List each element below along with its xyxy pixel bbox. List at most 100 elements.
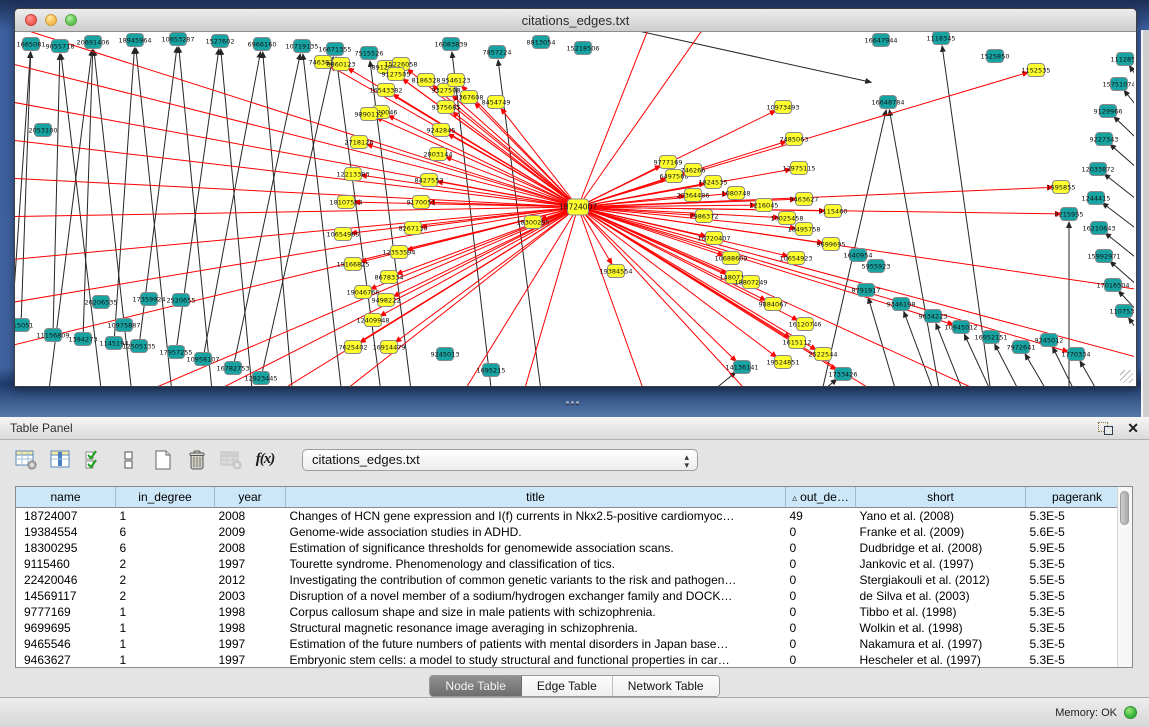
network-node[interactable]: 20364486 xyxy=(676,189,709,202)
table-cell[interactable]: 9777169 xyxy=(16,604,116,620)
network-node[interactable]: 10688609 xyxy=(714,252,747,265)
table-cell[interactable]: 5.3E-5 xyxy=(1026,636,1129,652)
network-edge[interactable] xyxy=(15,138,578,207)
splitter-handle[interactable] xyxy=(566,401,580,406)
network-node[interactable]: 2520655 xyxy=(167,294,196,307)
table-cell[interactable]: 5.9E-5 xyxy=(1026,540,1129,556)
table-cell[interactable]: 0 xyxy=(786,524,856,540)
network-node[interactable]: 18107554 xyxy=(329,196,362,209)
network-edge[interactable] xyxy=(53,54,60,335)
table-cell[interactable]: 22420046 xyxy=(16,572,116,588)
table-selector-dropdown[interactable]: citations_edges.txt ▴▾ xyxy=(302,449,698,471)
table-cell[interactable]: Corpus callosum shape and size in male p… xyxy=(286,604,786,620)
table-cell[interactable]: 1998 xyxy=(215,604,286,620)
table-cell[interactable]: Investigating the contribution of common… xyxy=(286,572,786,588)
table-cell[interactable]: Hescheler et al. (1997) xyxy=(856,652,1026,668)
table-row[interactable]: 2242004622012Investigating the contribut… xyxy=(16,572,1129,588)
close-window-button[interactable] xyxy=(25,14,37,26)
network-edge[interactable] xyxy=(83,50,93,339)
network-node[interactable]: 9129966 xyxy=(1094,105,1123,118)
network-edge[interactable] xyxy=(221,49,255,386)
tab-edge-table[interactable]: Edge Table xyxy=(522,676,613,696)
network-node[interactable]: 8678334 xyxy=(375,271,404,284)
table-cell[interactable]: 1 xyxy=(116,508,215,525)
table-cell[interactable]: 49 xyxy=(786,508,856,525)
network-edge[interactable] xyxy=(1129,318,1134,356)
table-cell[interactable]: de Silva et al. (2003) xyxy=(856,588,1026,604)
network-edge[interactable] xyxy=(15,207,578,217)
network-edge[interactable] xyxy=(15,98,578,207)
table-cell[interactable]: 9699695 xyxy=(16,620,116,636)
table-cell[interactable]: 1 xyxy=(116,652,215,668)
table-row[interactable]: 1872400712008Changes of HCN gene express… xyxy=(16,508,1129,525)
table-cell[interactable]: 5.3E-5 xyxy=(1026,620,1129,636)
network-node[interactable]: 18945964 xyxy=(118,34,151,47)
column-header-out_de[interactable]: ▵out_de… xyxy=(786,487,856,508)
network-node[interactable]: 15218506 xyxy=(566,42,599,55)
table-cell[interactable]: Changes of HCN gene expression and I(f) … xyxy=(286,508,786,525)
network-node[interactable]: 1640954 xyxy=(844,249,873,262)
table-cell[interactable]: Tourette syndrome. Phenomenology and cla… xyxy=(286,556,786,572)
network-node[interactable]: 1152535 xyxy=(1022,64,1051,77)
network-node[interactable]: 15992971 xyxy=(1087,250,1120,263)
network-node[interactable]: 16648784 xyxy=(871,96,904,109)
table-cell[interactable]: 2 xyxy=(116,588,215,604)
table-scrollbar[interactable] xyxy=(1117,487,1132,667)
table-row[interactable]: 911546021997Tourette syndrome. Phenomeno… xyxy=(16,556,1129,572)
table-cell[interactable]: 1997 xyxy=(215,652,286,668)
memory-status-icon[interactable] xyxy=(1124,706,1137,719)
network-node[interactable]: 7515526 xyxy=(355,47,384,60)
network-node[interactable]: 12033872 xyxy=(1081,163,1114,176)
table-cell[interactable]: Tibbo et al. (1998) xyxy=(856,604,1026,620)
create-column-icon[interactable] xyxy=(150,447,176,472)
table-cell[interactable]: 2008 xyxy=(215,508,286,525)
network-node[interactable]: 16647944 xyxy=(864,34,897,47)
network-node[interactable]: 915051 xyxy=(15,319,33,332)
table-cell[interactable]: 6 xyxy=(116,524,215,540)
network-node[interactable]: 9227343 xyxy=(1090,133,1119,146)
table-cell[interactable]: 2009 xyxy=(215,524,286,540)
table-cell[interactable]: Yano et al. (2008) xyxy=(856,508,1026,525)
network-node[interactable]: 9055718 xyxy=(46,40,75,53)
network-node[interactable]: 1695215 xyxy=(477,364,506,377)
table-cell[interactable]: 5.3E-5 xyxy=(1026,556,1129,572)
table-row[interactable]: 1830029562008Estimation of significance … xyxy=(16,540,1129,556)
network-node[interactable]: 7972641 xyxy=(1007,341,1036,354)
table-mode-icon[interactable] xyxy=(14,447,40,472)
column-header-pagerank[interactable]: pagerank xyxy=(1026,487,1129,508)
network-node[interactable]: 8813054 xyxy=(527,36,556,49)
table-scrollbar-thumb[interactable] xyxy=(1120,491,1129,525)
network-node[interactable]: 16120746 xyxy=(788,318,821,331)
network-node[interactable]: 15751074 xyxy=(1102,78,1134,91)
network-node[interactable]: 16671355 xyxy=(318,43,351,56)
network-node[interactable]: 11156809 xyxy=(36,329,69,342)
table-row[interactable]: 946554611997Estimation of the future num… xyxy=(16,636,1129,652)
table-cell[interactable]: Jankovic et al. (1997) xyxy=(856,556,1026,572)
table-cell[interactable]: 14569117 xyxy=(16,588,116,604)
network-edge[interactable] xyxy=(21,52,31,325)
table-cell[interactable]: Dudbridge et al. (2008) xyxy=(856,540,1026,556)
minimize-window-button[interactable] xyxy=(45,14,57,26)
table-cell[interactable]: 5.3E-5 xyxy=(1026,588,1129,604)
table-cell[interactable]: 18724007 xyxy=(16,508,116,525)
column-header-year[interactable]: year xyxy=(215,487,286,508)
table-row[interactable]: 946362711997Embryonic stem cells: a mode… xyxy=(16,652,1129,668)
network-edge[interactable] xyxy=(578,207,816,350)
network-node[interactable]: 14136141 xyxy=(725,361,758,374)
network-node[interactable]: 7857224 xyxy=(483,46,512,59)
network-node[interactable]: 1525850 xyxy=(981,50,1010,63)
table-cell[interactable]: 19384554 xyxy=(16,524,116,540)
tab-network-table[interactable]: Network Table xyxy=(613,676,719,696)
column-header-title[interactable]: title xyxy=(286,487,786,508)
network-edge[interactable] xyxy=(578,207,770,386)
table-cell[interactable]: 1998 xyxy=(215,620,286,636)
select-all-icon[interactable] xyxy=(82,447,108,472)
table-cell[interactable]: 5.3E-5 xyxy=(1026,604,1129,620)
network-node[interactable]: 8454749 xyxy=(482,96,511,109)
table-cell[interactable]: 5.3E-5 xyxy=(1026,652,1129,668)
network-node[interactable]: 7485063 xyxy=(780,133,809,146)
network-edge[interactable] xyxy=(517,207,578,386)
network-window[interactable]: citations_edges.txt 16650819055718206914… xyxy=(14,8,1137,387)
table-cell[interactable]: 0 xyxy=(786,636,856,652)
network-node[interactable]: 18300295 xyxy=(516,216,549,229)
